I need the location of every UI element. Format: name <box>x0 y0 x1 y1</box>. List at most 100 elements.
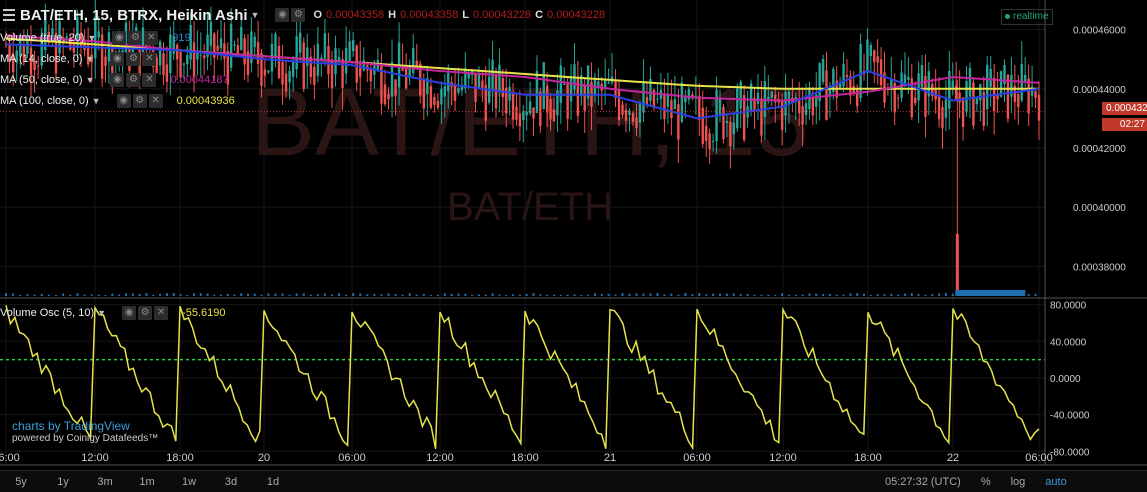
candle-body <box>277 45 281 79</box>
volume-bar <box>429 294 432 296</box>
candle-body <box>404 67 408 89</box>
indicator-label[interactable]: MA (100, close, 0) <box>0 95 89 107</box>
volume-bar <box>62 293 65 296</box>
timescale-button-1w[interactable]: 1w <box>168 476 210 488</box>
timescale-button-1d[interactable]: 1d <box>252 476 294 488</box>
candle-body <box>767 97 770 100</box>
gear-icon[interactable]: ⚙ <box>138 306 153 320</box>
volume-bar <box>408 293 411 296</box>
eye-icon[interactable]: ◉ <box>110 52 125 66</box>
volume-bar <box>33 294 36 296</box>
candle-body <box>240 26 243 50</box>
volume-bar <box>505 294 508 296</box>
auto-toggle[interactable]: auto <box>1035 476 1076 488</box>
volume-bar <box>691 294 694 296</box>
volume-bar <box>145 293 148 296</box>
volume-bar <box>774 294 777 296</box>
volume-bar <box>739 294 742 296</box>
indicator-value: 0.00043936 <box>176 95 235 107</box>
volume-bar <box>849 293 852 296</box>
oscillator-label[interactable]: Volume Osc (5, 10) <box>0 307 94 319</box>
time-tick-label: 18:00 <box>854 452 882 464</box>
volume-bar <box>801 294 804 296</box>
menu-icon[interactable] <box>3 9 15 21</box>
indicator-value: 0.00044187 <box>170 74 229 86</box>
chevron-down-icon[interactable]: ▼ <box>92 96 101 106</box>
volume-bar <box>518 294 521 296</box>
tradingview-logo[interactable]: charts by TradingView powered by Coinigy… <box>12 419 158 444</box>
gear-icon[interactable]: ⚙ <box>126 73 141 87</box>
indicator-row: MA (14, close, 0) ▼ ◉ ⚙ ✕ <box>0 51 170 67</box>
candle-body <box>182 63 186 65</box>
eye-icon[interactable]: ◉ <box>122 306 137 320</box>
candle-body <box>511 93 515 120</box>
candle-body <box>725 120 729 123</box>
volume-bar <box>199 293 202 296</box>
time-tick-label: 18:00 <box>511 452 539 464</box>
close-icon[interactable]: ✕ <box>154 306 169 320</box>
volume-bar <box>220 294 223 296</box>
osc-line <box>5 305 1040 451</box>
close-icon[interactable]: ✕ <box>148 94 163 108</box>
eye-icon[interactable]: ◉ <box>112 31 127 45</box>
eye-icon[interactable]: ◉ <box>110 73 125 87</box>
branding-line-1: charts by TradingView <box>12 419 130 433</box>
gear-icon[interactable]: ⚙ <box>291 8 306 22</box>
volume-bar <box>719 293 722 296</box>
timescale-button-1m[interactable]: 1m <box>126 476 168 488</box>
indicator-label[interactable]: Volume (true, 20) <box>0 32 84 44</box>
volume-bar <box>47 294 50 296</box>
close-icon[interactable]: ✕ <box>142 73 157 87</box>
chevron-down-icon[interactable]: ▼ <box>97 308 106 318</box>
oscillator-legend: Volume Osc (5, 10) ▼ ◉ ⚙ ✕ -55.6190 <box>0 305 226 321</box>
volume-bar <box>917 294 920 296</box>
candle-body <box>362 60 365 71</box>
volume-bar <box>186 294 189 296</box>
candle-body <box>873 50 876 62</box>
candle-body <box>920 65 924 87</box>
volume-bar <box>835 294 838 296</box>
volume-bar <box>226 293 229 296</box>
candle-body <box>348 41 351 61</box>
volume-bars <box>5 290 1037 296</box>
percent-toggle[interactable]: % <box>971 476 1001 488</box>
volume-bar <box>1027 294 1030 296</box>
candle-body <box>913 97 917 104</box>
candle-body <box>566 84 569 119</box>
candle-body <box>390 62 394 97</box>
candle-body <box>968 68 972 97</box>
chevron-down-icon[interactable]: ▼ <box>251 10 260 20</box>
volume-bar <box>753 294 756 296</box>
candle-body <box>429 86 433 108</box>
log-toggle[interactable]: log <box>1001 476 1036 488</box>
candle-body <box>236 45 240 55</box>
volume-bar <box>159 294 162 296</box>
eye-icon[interactable]: ◉ <box>116 94 131 108</box>
gear-icon[interactable]: ⚙ <box>128 31 143 45</box>
timescale-button-1y[interactable]: 1y <box>42 476 84 488</box>
candle-body <box>387 94 390 100</box>
candle-body <box>811 98 815 116</box>
branding-line-2: powered by Coinigy Datafeeds™ <box>12 433 159 444</box>
candle-body <box>281 62 284 85</box>
chevron-down-icon[interactable]: ▼ <box>86 75 95 85</box>
gear-icon[interactable]: ⚙ <box>132 94 147 108</box>
indicator-label[interactable]: MA (50, close, 0) <box>0 74 83 86</box>
chevron-down-icon[interactable]: ▼ <box>86 54 95 64</box>
timescale-button-3d[interactable]: 3d <box>210 476 252 488</box>
timescale-button-3m[interactable]: 3m <box>84 476 126 488</box>
volume-bar <box>240 293 243 296</box>
gear-icon[interactable]: ⚙ <box>126 52 141 66</box>
close-icon[interactable]: ✕ <box>142 52 157 66</box>
symbol-title[interactable]: BAT/ETH, 15, BTRX, Heikin Ashi <box>20 7 248 24</box>
close-icon[interactable]: ✕ <box>144 31 159 45</box>
price-tick-label: 0.00046000 <box>1073 26 1126 37</box>
price-tick-label: 0.00044000 <box>1073 85 1126 96</box>
timescale-button-5y[interactable]: 5y <box>0 476 42 488</box>
chevron-down-icon[interactable]: ▼ <box>87 33 96 43</box>
volume-bar <box>491 293 494 296</box>
indicator-label[interactable]: MA (14, close, 0) <box>0 53 83 65</box>
eye-icon[interactable]: ◉ <box>275 8 290 22</box>
volume-bar <box>938 293 941 296</box>
candle-body <box>635 117 638 129</box>
